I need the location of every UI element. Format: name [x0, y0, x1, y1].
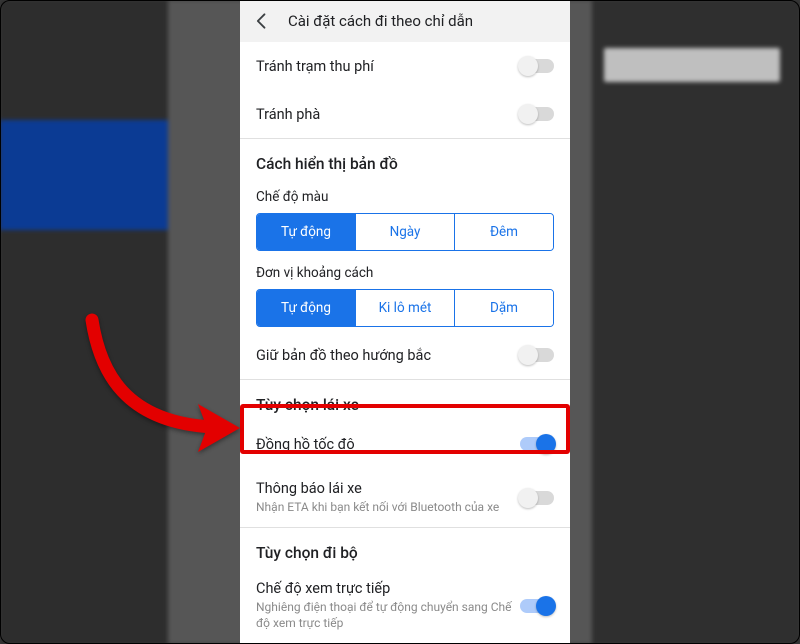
- annotation-highlight-box: [240, 404, 570, 454]
- toggle-keep-north[interactable]: [520, 348, 554, 362]
- page-title: Cài đặt cách đi theo chỉ dẫn: [288, 12, 473, 30]
- segmented-color-mode: Tự động Ngày Đêm: [256, 213, 554, 251]
- label-distance-unit: Đơn vị khoảng cách: [256, 265, 554, 289]
- seg-color-day[interactable]: Ngày: [355, 214, 454, 250]
- seg-color-auto[interactable]: Tự động: [257, 214, 355, 250]
- label-color-mode: Chế độ màu: [256, 189, 554, 213]
- phone-screen: Cài đặt cách đi theo chỉ dẫn Tránh trạm …: [240, 0, 570, 644]
- toggle-live-view[interactable]: [520, 599, 554, 613]
- seg-unit-km[interactable]: Ki lô mét: [355, 290, 454, 326]
- section-walking: Tùy chọn đi bộ: [240, 528, 570, 568]
- section-title-walking: Tùy chọn đi bộ: [256, 544, 554, 562]
- row-avoid-ferries[interactable]: Tránh phà: [240, 90, 570, 138]
- row-live-view[interactable]: Chế độ xem trực tiếp Nghiêng điện thoại …: [240, 568, 570, 643]
- row-keep-north[interactable]: Giữ bản đồ theo hướng bắc: [240, 331, 570, 379]
- subsection-color-mode: Chế độ màu Tự động Ngày Đêm: [240, 179, 570, 255]
- sub-driving-notif: Nhận ETA khi bạn kết nối với Bluetooth c…: [256, 499, 512, 515]
- row-driving-notif[interactable]: Thông báo lái xe Nhận ETA khi bạn kết nố…: [240, 468, 570, 527]
- label-keep-north: Giữ bản đồ theo hướng bắc: [256, 347, 512, 364]
- section-title-map-display: Cách hiển thị bản đồ: [256, 155, 554, 173]
- label-avoid-ferries: Tránh phà: [256, 106, 512, 123]
- toggle-avoid-ferries[interactable]: [520, 107, 554, 121]
- seg-unit-mile[interactable]: Dặm: [454, 290, 553, 326]
- toggle-avoid-tolls[interactable]: [520, 59, 554, 73]
- label-driving-notif: Thông báo lái xe: [256, 480, 512, 497]
- app-bar: Cài đặt cách đi theo chỉ dẫn: [240, 0, 570, 42]
- section-map-display: Cách hiển thị bản đồ: [240, 139, 570, 179]
- sub-live-view: Nghiêng điện thoại để tự động chuyển san…: [256, 599, 512, 631]
- seg-color-night[interactable]: Đêm: [454, 214, 553, 250]
- back-icon[interactable]: [252, 11, 272, 31]
- seg-unit-auto[interactable]: Tự động: [257, 290, 355, 326]
- toggle-driving-notif[interactable]: [520, 491, 554, 505]
- settings-list: Tránh trạm thu phí Tránh phà Cách hiển t…: [240, 42, 570, 644]
- label-avoid-tolls: Tránh trạm thu phí: [256, 58, 512, 75]
- segmented-distance-unit: Tự động Ki lô mét Dặm: [256, 289, 554, 327]
- label-live-view: Chế độ xem trực tiếp: [256, 580, 512, 597]
- row-avoid-tolls[interactable]: Tránh trạm thu phí: [240, 42, 570, 90]
- subsection-distance-unit: Đơn vị khoảng cách Tự động Ki lô mét Dặm: [240, 255, 570, 331]
